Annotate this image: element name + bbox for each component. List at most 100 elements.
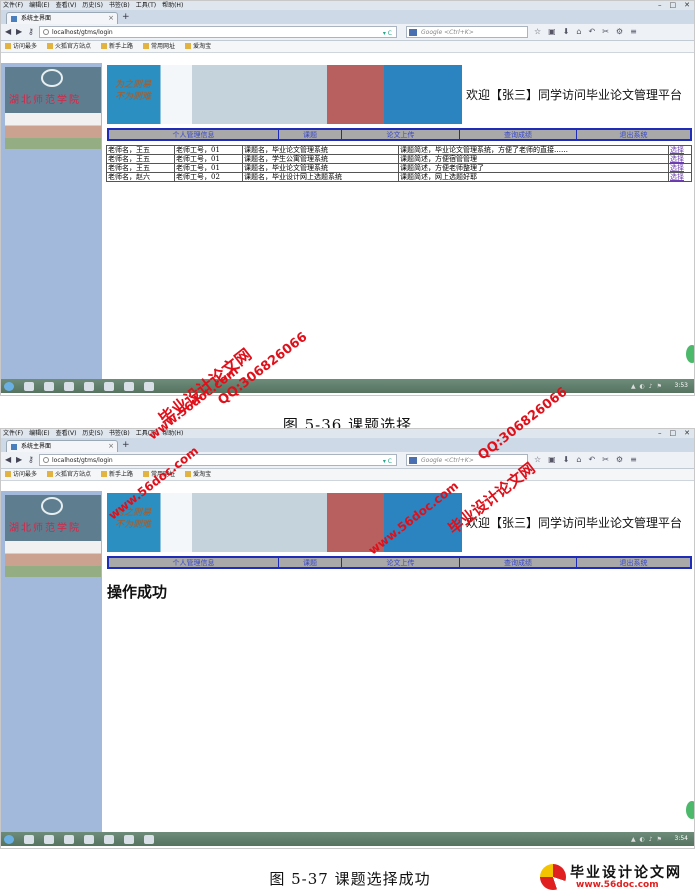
- nav-personal-info[interactable]: 个人管理信息: [109, 130, 279, 139]
- browser-menubar: 文件(F) 编辑(E) 查看(V) 历史(S) 书签(B) 工具(T) 帮助(H…: [1, 429, 694, 438]
- nav-personal-info[interactable]: 个人管理信息: [109, 558, 279, 567]
- bookmark-firefox-site[interactable]: 火狐官方站点: [47, 469, 91, 480]
- table-row: 老师名，王五 老师工号，01 课题名，学生公寓管理系统 课题简述，方便宿管管理 …: [106, 154, 692, 164]
- start-button-icon[interactable]: [4, 381, 14, 391]
- side-float-button[interactable]: [686, 801, 694, 819]
- bookmark-most-visited[interactable]: 访问最多: [5, 469, 37, 480]
- menu-edit[interactable]: 编辑(E): [29, 429, 49, 438]
- bookmark-taobao[interactable]: 爱淘宝: [185, 469, 211, 480]
- search-input[interactable]: Google <Ctrl+K>: [406, 454, 528, 466]
- select-link[interactable]: 选择: [670, 147, 684, 154]
- school-logo: 湖北师范学院: [5, 67, 101, 113]
- new-tab-icon[interactable]: +: [122, 12, 130, 22]
- maximize-icon[interactable]: □: [670, 1, 677, 10]
- tab-system-main[interactable]: 系统主界面 ×: [6, 12, 118, 24]
- description-cell: 课题简述，方便宿管管理: [398, 154, 669, 164]
- menu-view[interactable]: 查看(V): [56, 429, 77, 438]
- menu-edit[interactable]: 编辑(E): [29, 1, 49, 10]
- nav-topics[interactable]: 课题: [279, 558, 342, 567]
- system-tray-icons[interactable]: ▲◐♪⚑: [631, 383, 666, 390]
- back-icon[interactable]: ◀: [5, 27, 11, 36]
- folder-icon[interactable]: [44, 381, 54, 391]
- tab-title: 系统主界面: [21, 443, 52, 450]
- key-icon: ⚷: [28, 455, 34, 464]
- app-icon[interactable]: [144, 834, 154, 844]
- firefox-icon[interactable]: [64, 381, 74, 391]
- menu-bookmarks[interactable]: 书签(B): [109, 429, 130, 438]
- header-banner: 为之则易 不为则难: [107, 65, 462, 124]
- search-engine-icon[interactable]: [409, 457, 417, 464]
- nav-logout[interactable]: 退出系统: [577, 558, 690, 567]
- minimize-icon[interactable]: –: [658, 1, 662, 10]
- select-link[interactable]: 选择: [670, 165, 684, 172]
- tab-close-icon[interactable]: ×: [108, 13, 114, 24]
- left-sidebar: 湖北师范学院: [1, 63, 102, 379]
- toolbar-icons[interactable]: ☆▣⬇⌂↶✂⚙≡: [534, 27, 644, 36]
- key-icon: ⚷: [28, 27, 34, 36]
- reload-icon[interactable]: ▾ C: [383, 456, 392, 467]
- app-icon[interactable]: [104, 834, 114, 844]
- start-button-icon[interactable]: [4, 834, 14, 844]
- menu-file[interactable]: 文件(F): [3, 429, 23, 438]
- select-link[interactable]: 选择: [670, 156, 684, 163]
- app-icon[interactable]: [84, 381, 94, 391]
- bookmark-common-sites[interactable]: 常用网址: [143, 41, 175, 52]
- toolbar-icons[interactable]: ☆▣⬇⌂↶✂⚙≡: [534, 455, 644, 464]
- tab-system-main[interactable]: 系统主界面 ×: [6, 440, 118, 452]
- close-icon[interactable]: ✕: [684, 1, 690, 10]
- taskbar-clock: 3:53: [674, 382, 688, 389]
- nav-logout[interactable]: 退出系统: [577, 130, 690, 139]
- reload-icon[interactable]: ▾ C: [383, 28, 392, 39]
- close-icon[interactable]: ✕: [684, 429, 690, 438]
- firefox-icon[interactable]: [64, 834, 74, 844]
- forward-icon[interactable]: ▶: [16, 27, 22, 36]
- url-bar[interactable]: localhost/gtms/login ▾ C: [39, 454, 397, 466]
- maximize-icon[interactable]: □: [670, 429, 677, 438]
- bookmark-taobao[interactable]: 爱淘宝: [185, 41, 211, 52]
- app-icon[interactable]: [124, 381, 134, 391]
- folder-icon[interactable]: [44, 834, 54, 844]
- bookmark-getting-started[interactable]: 新手上路: [101, 41, 133, 52]
- app-icon[interactable]: [144, 381, 154, 391]
- forward-icon[interactable]: ▶: [16, 455, 22, 464]
- select-link[interactable]: 选择: [670, 174, 684, 181]
- teacher-id-cell: 老师工号，01: [174, 145, 243, 155]
- browser-menubar: 文件(F) 编辑(E) 查看(V) 历史(S) 书签(B) 工具(T) 帮助(H…: [1, 1, 694, 10]
- menu-bookmarks[interactable]: 书签(B): [109, 1, 130, 10]
- teacher-id-cell: 老师工号，01: [174, 163, 243, 173]
- windows-taskbar: ▲◐♪⚑ 3:53: [1, 379, 694, 393]
- new-tab-icon[interactable]: +: [122, 440, 130, 450]
- menu-tools[interactable]: 工具(T): [136, 1, 156, 10]
- nav-topics[interactable]: 课题: [279, 130, 342, 139]
- screenshot-topic-selection: 文件(F) 编辑(E) 查看(V) 历史(S) 书签(B) 工具(T) 帮助(H…: [0, 0, 695, 396]
- nav-query-scores[interactable]: 查询成绩: [460, 558, 577, 567]
- system-tray-icons[interactable]: ▲◐♪⚑: [631, 836, 666, 843]
- page-content: 湖北师范学院 为之则易 不为则难 欢迎【张三】同学访问毕业论文管理平台 个人管理…: [1, 491, 694, 832]
- nav-thesis-upload[interactable]: 论文上传: [342, 130, 460, 139]
- side-float-button[interactable]: [686, 345, 694, 363]
- bookmark-most-visited[interactable]: 访问最多: [5, 41, 37, 52]
- nav-thesis-upload[interactable]: 论文上传: [342, 558, 460, 567]
- menu-view[interactable]: 查看(V): [56, 1, 77, 10]
- ie-icon[interactable]: [24, 381, 34, 391]
- ie-icon[interactable]: [24, 834, 34, 844]
- windows-taskbar: ▲◐♪⚑ 3:54: [1, 832, 694, 846]
- menu-history[interactable]: 历史(S): [82, 429, 103, 438]
- back-icon[interactable]: ◀: [5, 455, 11, 464]
- bookmark-getting-started[interactable]: 新手上路: [101, 469, 133, 480]
- url-bar[interactable]: localhost/gtms/login ▾ C: [39, 26, 397, 38]
- menu-file[interactable]: 文件(F): [3, 1, 23, 10]
- menu-history[interactable]: 历史(S): [82, 1, 103, 10]
- bookmark-firefox-site[interactable]: 火狐官方站点: [47, 41, 91, 52]
- minimize-icon[interactable]: –: [658, 429, 662, 438]
- main-nav: 个人管理信息 课题 论文上传 查询成绩 退出系统: [107, 128, 692, 141]
- search-input[interactable]: Google <Ctrl+K>: [406, 26, 528, 38]
- tab-close-icon[interactable]: ×: [108, 441, 114, 452]
- menu-help[interactable]: 帮助(H): [162, 1, 183, 10]
- search-engine-icon[interactable]: [409, 29, 417, 36]
- app-icon[interactable]: [124, 834, 134, 844]
- page-icon: [11, 444, 17, 450]
- app-icon[interactable]: [84, 834, 94, 844]
- app-icon[interactable]: [104, 381, 114, 391]
- nav-query-scores[interactable]: 查询成绩: [460, 130, 577, 139]
